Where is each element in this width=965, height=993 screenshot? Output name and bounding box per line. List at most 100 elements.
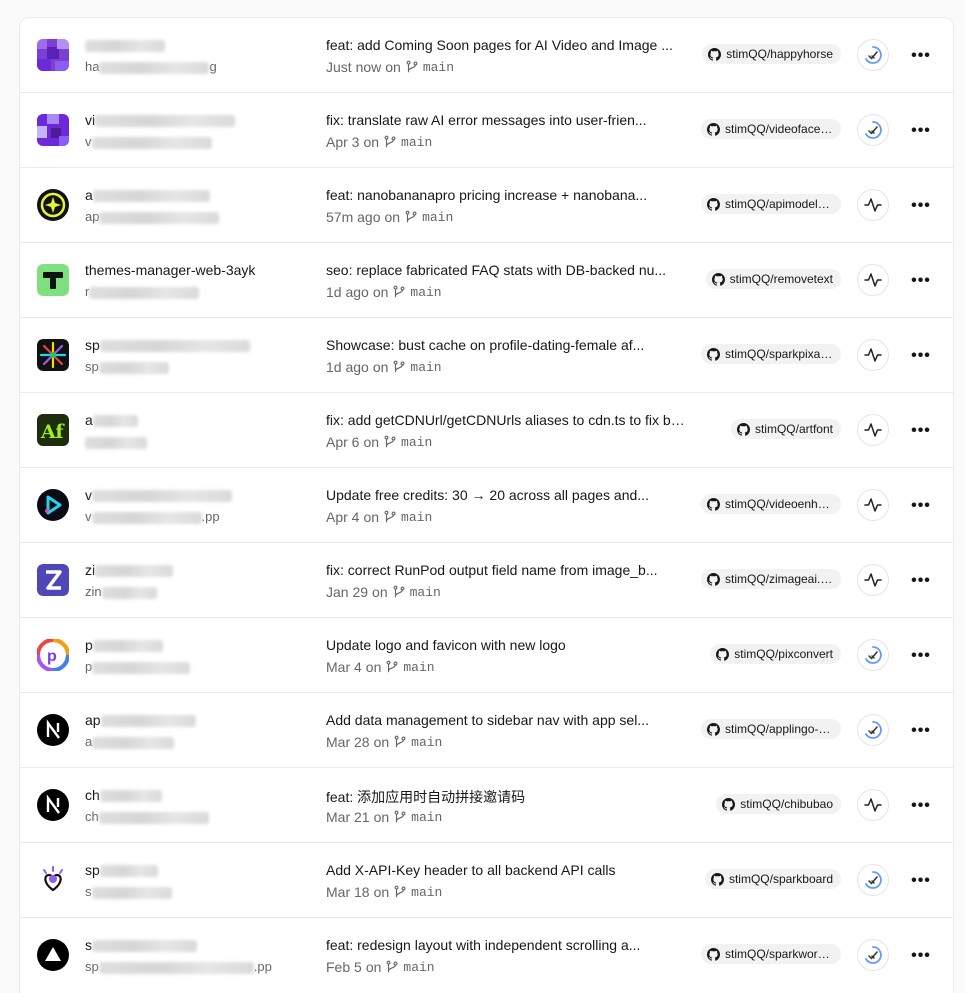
project-row[interactable]: a ap feat: nanobananapro pricing increas… (20, 168, 953, 243)
status-indicator[interactable] (857, 114, 889, 146)
more-options-button[interactable]: ••• (911, 346, 931, 366)
project-url[interactable] (85, 434, 147, 449)
project-url[interactable]: p (85, 659, 191, 674)
repo-badge[interactable]: stimQQ/artfont (730, 419, 841, 439)
branch-name[interactable]: main (403, 660, 434, 675)
branch-name[interactable]: main (410, 585, 441, 600)
more-options-button[interactable]: ••• (911, 946, 931, 966)
repo-badge[interactable]: stimQQ/videofacesw... (701, 119, 841, 139)
status-indicator[interactable] (857, 339, 889, 371)
project-name[interactable]: s (85, 937, 197, 953)
more-options-button[interactable]: ••• (911, 121, 931, 141)
project-name[interactable]: v (85, 487, 232, 503)
repo-badge[interactable]: stimQQ/removetext (705, 269, 841, 289)
status-indicator[interactable] (857, 39, 889, 71)
project-name[interactable] (85, 37, 165, 53)
project-row[interactable]: p p p Update logo and favicon with new l… (20, 618, 953, 693)
repo-badge[interactable]: stimQQ/sparkpixai-na... (701, 344, 841, 364)
project-row[interactable]: s sp .pp feat: redesign layout with indep… (20, 918, 953, 993)
project-name[interactable]: ch (85, 787, 162, 803)
project-url[interactable]: zin (85, 584, 157, 599)
commit-message[interactable]: feat: 添加应用时自动拼接邀请码 (326, 787, 688, 807)
more-options-button[interactable]: ••• (911, 271, 931, 291)
project-url[interactable]: v (85, 134, 212, 149)
project-row[interactable]: Af a fix: add getCDNUrl/getCDNUrls alias… (20, 393, 953, 468)
branch-name[interactable]: main (411, 885, 442, 900)
commit-message[interactable]: fix: correct RunPod output field name fr… (326, 562, 688, 578)
repo-badge[interactable]: stimQQ/happyhorse (702, 44, 841, 64)
project-row[interactable]: ch ch feat: 添加应用时自动拼接邀请码 Mar 21 on main … (20, 768, 953, 843)
project-name[interactable]: sp (85, 862, 158, 878)
repo-badge[interactable]: stimQQ/videoenhanc... (701, 494, 841, 514)
branch-name[interactable]: main (401, 510, 432, 525)
status-indicator[interactable] (857, 789, 889, 821)
project-url[interactable]: r (85, 284, 200, 299)
project-url[interactable]: ch (85, 809, 209, 824)
project-url[interactable]: ap (85, 209, 220, 224)
status-indicator[interactable] (857, 864, 889, 896)
more-options-button[interactable]: ••• (911, 196, 931, 216)
status-indicator[interactable] (857, 489, 889, 521)
status-indicator[interactable] (857, 564, 889, 596)
project-row[interactable]: ap a Add data management to sidebar nav … (20, 693, 953, 768)
branch-name[interactable]: main (411, 810, 442, 825)
commit-message[interactable]: Add X-API-Key header to all backend API … (326, 862, 688, 878)
more-options-button[interactable]: ••• (911, 796, 931, 816)
commit-message[interactable]: feat: nanobananapro pricing increase + n… (326, 187, 688, 203)
project-url[interactable]: sp .pp (85, 959, 272, 974)
repo-badge[interactable]: stimQQ/applingo-nex... (701, 719, 841, 739)
project-name[interactable]: zi (85, 562, 174, 578)
more-options-button[interactable]: ••• (911, 421, 931, 441)
repo-badge[interactable]: stimQQ/sparkboard (704, 869, 841, 889)
project-name[interactable]: a (85, 187, 210, 203)
branch-name[interactable]: main (423, 60, 454, 75)
more-options-button[interactable]: ••• (911, 871, 931, 891)
more-options-button[interactable]: ••• (911, 646, 931, 666)
project-row[interactable]: vi v fix: translate raw AI error message… (20, 93, 953, 168)
repo-badge[interactable]: stimQQ/chibubao (716, 794, 841, 814)
repo-badge[interactable]: stimQQ/apimodels-ne... (701, 194, 841, 214)
repo-badge[interactable]: stimQQ/zimageai.art (701, 569, 841, 589)
status-indicator[interactable] (857, 639, 889, 671)
project-name[interactable]: sp (85, 337, 250, 353)
commit-message[interactable]: Showcase: bust cache on profile-dating-f… (326, 337, 688, 353)
project-row[interactable]: ha g feat: add Coming Soon pages for AI V… (20, 18, 953, 93)
project-row[interactable]: sp sp Showcase: bust cache on profile-da… (20, 318, 953, 393)
commit-message[interactable]: seo: replace fabricated FAQ stats with D… (326, 262, 688, 278)
branch-name[interactable]: main (410, 360, 441, 375)
project-name[interactable]: themes-manager-web-3ayk (85, 262, 255, 278)
branch-name[interactable]: main (401, 435, 432, 450)
commit-message[interactable]: fix: add getCDNUrl/getCDNUrls aliases to… (326, 412, 688, 428)
project-url[interactable]: v .pp (85, 509, 220, 524)
branch-name[interactable]: main (411, 735, 442, 750)
project-name[interactable]: p (85, 637, 163, 653)
commit-message[interactable]: fix: translate raw AI error messages int… (326, 112, 688, 128)
project-row[interactable]: v v .pp Update free credits: 30 → 20 acro… (20, 468, 953, 543)
project-row[interactable]: zi zin fix: correct RunPod output field … (20, 543, 953, 618)
branch-name[interactable]: main (410, 285, 441, 300)
commit-message[interactable]: Update free credits: 30 → 20 across all … (326, 487, 688, 503)
branch-name[interactable]: main (403, 960, 434, 975)
status-indicator[interactable] (857, 939, 889, 971)
status-indicator[interactable] (857, 714, 889, 746)
commit-message[interactable]: feat: add Coming Soon pages for AI Video… (326, 37, 688, 53)
project-row[interactable]: sp s Add X-API-Key header to all backend… (20, 843, 953, 918)
repo-badge[interactable]: stimQQ/pixconvert (710, 644, 841, 664)
branch-name[interactable]: main (422, 210, 453, 225)
commit-message[interactable]: Update logo and favicon with new logo (326, 637, 688, 653)
status-indicator[interactable] (857, 264, 889, 296)
status-indicator[interactable] (857, 189, 889, 221)
branch-name[interactable]: main (401, 135, 432, 150)
more-options-button[interactable]: ••• (911, 496, 931, 516)
commit-message[interactable]: Add data management to sidebar nav with … (326, 712, 688, 728)
project-name[interactable]: ap (85, 712, 196, 728)
project-url[interactable]: sp (85, 359, 169, 374)
project-name[interactable]: vi (85, 112, 236, 128)
project-url[interactable]: ha g (85, 59, 217, 74)
more-options-button[interactable]: ••• (911, 721, 931, 741)
project-url[interactable]: a (85, 734, 175, 749)
more-options-button[interactable]: ••• (911, 571, 931, 591)
repo-badge[interactable]: stimQQ/sparkwords-... (701, 944, 841, 964)
more-options-button[interactable]: ••• (911, 46, 931, 66)
project-row[interactable]: themes-manager-web-3ayk r seo: replace f… (20, 243, 953, 318)
